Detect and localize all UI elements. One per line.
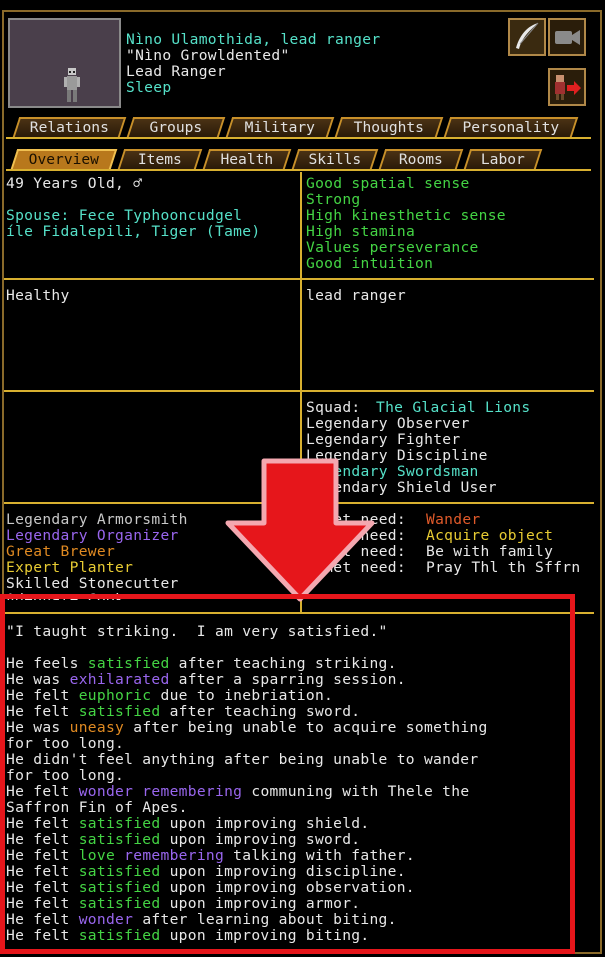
- attribute-item: Good spatial sense: [306, 175, 470, 192]
- attribute-item: Good intuition: [306, 255, 434, 272]
- skill-item: Skilled Stonecutter: [6, 575, 179, 592]
- attribute-list: Good spatial sense Strong High kinesthet…: [306, 176, 506, 272]
- attribute-item: Strong: [306, 191, 361, 208]
- skill-item: Legendary Observer: [306, 415, 470, 432]
- dwarf-exit-icon: [555, 75, 581, 100]
- spouse-text[interactable]: Spouse: Fece Typhooncudgel: [6, 208, 242, 224]
- tab-skills[interactable]: Skills: [291, 149, 379, 169]
- attribute-item: Values perseverance: [306, 239, 479, 256]
- position-text: lead ranger: [306, 287, 406, 304]
- grid-row-1: [4, 278, 594, 280]
- tab-thoughts[interactable]: Thoughts: [334, 117, 444, 137]
- spouse-text-2[interactable]: íle Fidalepili, Tiger (Tame): [6, 224, 260, 240]
- tab-health[interactable]: Health: [202, 149, 292, 169]
- portrait: [8, 18, 121, 108]
- skill-item: Legendary Organizer: [6, 527, 179, 544]
- tab-labor[interactable]: Labor: [463, 149, 543, 169]
- need-value: Pray Thl th Sffrn: [426, 559, 581, 576]
- tab-items[interactable]: Items: [117, 149, 203, 169]
- need-value: Wander: [426, 511, 481, 528]
- tab-divider-2: [6, 169, 591, 171]
- tab-military[interactable]: Military: [225, 117, 335, 137]
- highlight-box: [0, 594, 575, 954]
- edit-button[interactable]: [508, 18, 546, 56]
- unit-screen: Nìno Ulamothida, lead ranger "Nìno Growl…: [0, 0, 605, 957]
- skill-item: Expert Planter: [6, 559, 134, 576]
- tab-divider: [6, 137, 591, 139]
- skill-item: Great Brewer: [6, 543, 116, 560]
- need-value: Be with family: [426, 543, 554, 560]
- squad-label: Squad:: [306, 399, 361, 416]
- tab-overview[interactable]: Overview: [10, 149, 118, 169]
- need-value: Acquire object: [426, 527, 554, 544]
- squad-name[interactable]: The Glacial Lions: [376, 400, 530, 416]
- quill-icon: [516, 22, 539, 49]
- tab-personality[interactable]: Personality: [443, 117, 579, 137]
- camera-button[interactable]: [548, 18, 586, 56]
- unit-activity: Sleep: [126, 79, 172, 96]
- skill-item: Legendary Armorsmith: [6, 511, 188, 528]
- exit-button[interactable]: [548, 68, 586, 106]
- health-status: Healthy: [6, 287, 70, 304]
- tab-relations[interactable]: Relations: [12, 117, 127, 137]
- unit-nickname: "Nìno Growldented": [126, 47, 290, 64]
- tab-rooms[interactable]: Rooms: [378, 149, 464, 169]
- skill-item: Legendary Fighter: [306, 431, 461, 448]
- attribute-item: High stamina: [306, 223, 416, 240]
- camera-icon: [555, 30, 580, 45]
- tab-groups[interactable]: Groups: [126, 117, 226, 137]
- age-text: 49 Years Old, ♂: [6, 175, 143, 192]
- grid-row-2: [4, 390, 594, 392]
- attribute-item: High kinesthetic sense: [306, 207, 506, 224]
- unit-name: Nìno Ulamothida, lead ranger: [126, 31, 381, 48]
- down-arrow-icon: [225, 458, 375, 602]
- unit-profession: Lead Ranger: [126, 63, 226, 80]
- dwarf-portrait: [64, 68, 80, 102]
